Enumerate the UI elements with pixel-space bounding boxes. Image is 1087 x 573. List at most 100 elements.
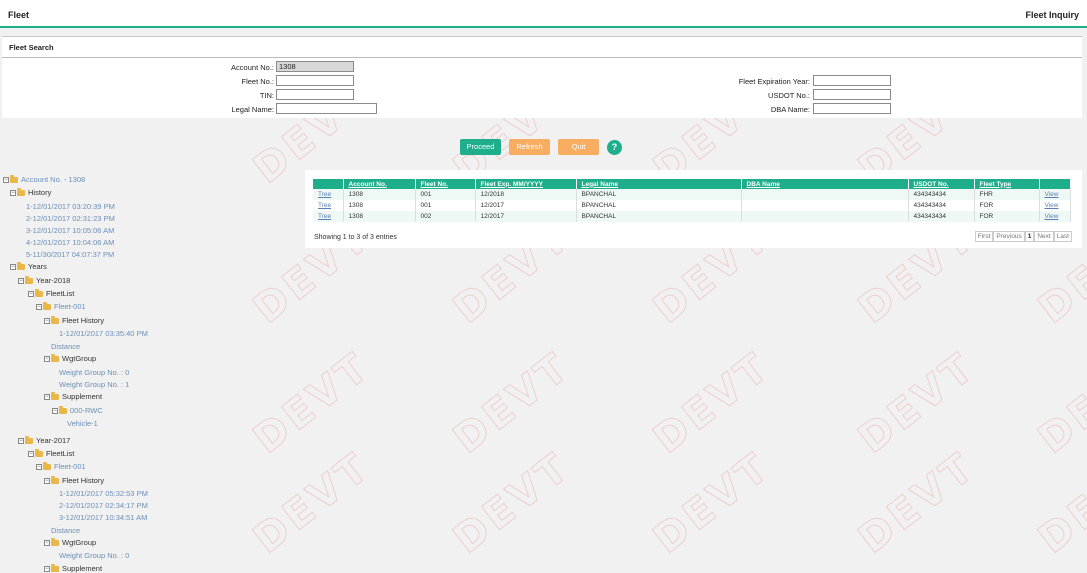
collapse-icon[interactable]: − <box>44 317 50 324</box>
col-header-account-no[interactable]: Account No. <box>343 179 416 189</box>
tree-link[interactable]: Tree <box>313 189 344 200</box>
col-header-usdot[interactable]: USDOT No. <box>908 179 975 189</box>
pager-page[interactable]: 1 <box>1024 231 1035 242</box>
view-link[interactable]: View <box>1039 200 1071 211</box>
tree-node-label: Fleet History <box>62 476 105 485</box>
collapse-icon[interactable]: − <box>44 355 50 362</box>
col-header-fleet-no[interactable]: Fleet No. <box>415 179 476 189</box>
fleet-exp-field[interactable] <box>813 75 891 86</box>
pager-first[interactable]: First <box>974 231 994 242</box>
quit-button[interactable]: Quit <box>558 139 599 155</box>
tin-field[interactable] <box>276 89 354 100</box>
tree-node-weight-group[interactable]: Weight Group No. : 0 <box>59 368 129 377</box>
tree-node-account[interactable]: − Account No. - 1308 <box>3 174 85 184</box>
folder-icon <box>25 275 33 284</box>
tree-node-label: Weight Group No. : 0 <box>59 551 130 560</box>
collapse-icon[interactable]: − <box>28 450 34 457</box>
collapse-icon[interactable]: − <box>3 176 9 183</box>
proceed-button[interactable]: Proceed <box>460 139 501 155</box>
tree-node-fleet-history-entry[interactable]: 3-12/01/2017 10:34:51 AM <box>59 513 147 522</box>
tree-node-supplement[interactable]: − Supplement <box>44 563 103 573</box>
tree-node-history-entry[interactable]: 3-12/01/2017 10:05:06 AM <box>26 226 114 235</box>
view-link[interactable]: View <box>1039 211 1071 222</box>
collapse-icon[interactable]: − <box>52 407 58 414</box>
folder-icon <box>35 288 43 297</box>
tree-node-fleetlist[interactable]: − FleetList <box>28 288 74 298</box>
tree-node-label: 000-RWC <box>70 406 103 415</box>
tree-node-fleet-history-entry[interactable]: 2-12/01/2017 02:34:17 PM <box>59 501 148 510</box>
fleet-no-field[interactable] <box>276 75 354 86</box>
usdot-field[interactable] <box>813 89 891 100</box>
devt-watermark: DEVT <box>1030 343 1087 463</box>
header-bar: Fleet Fleet Inquiry <box>0 0 1087 28</box>
collapse-icon[interactable]: − <box>44 539 50 546</box>
tree-node-fleet-history-entry[interactable]: 1-12/01/2017 05:32:53 PM <box>59 489 148 498</box>
usdot-label: USDOT No.: <box>768 91 810 100</box>
col-header[interactable] <box>313 179 344 189</box>
collapse-icon[interactable]: − <box>18 437 24 444</box>
tree-node-supplement-item[interactable]: − 000-RWC <box>52 405 103 415</box>
fleet-exp-cell: 12/2017 <box>475 200 577 211</box>
pager-previous[interactable]: Previous <box>993 231 1025 242</box>
tree-node-history[interactable]: − History <box>10 187 52 197</box>
tree-node-fleet-history[interactable]: − Fleet History <box>44 475 105 485</box>
collapse-icon[interactable]: − <box>36 303 42 310</box>
tree-node-weight-group[interactable]: Weight Group No. : 0 <box>59 551 129 560</box>
col-header-fleet-exp[interactable]: Fleet Exp. MM/YYYY <box>475 179 577 189</box>
fleet-type-cell: FHR <box>974 189 1040 200</box>
tree-node-history-entry[interactable]: 5-11/30/2017 04:07:37 PM <box>26 250 114 259</box>
tree-link[interactable]: Tree <box>313 200 344 211</box>
refresh-button[interactable]: Refresh <box>509 139 550 155</box>
folder-icon <box>43 461 51 470</box>
collapse-icon[interactable]: − <box>44 393 50 400</box>
collapse-icon[interactable]: − <box>44 477 50 484</box>
tree-node-fleetlist[interactable]: − FleetList <box>28 448 74 458</box>
tree-node-label: History <box>28 188 52 197</box>
fleet-no-cell: 002 <box>415 211 476 222</box>
view-link[interactable]: View <box>1039 189 1071 200</box>
fleet-no-cell: 001 <box>415 200 476 211</box>
tree-node-years[interactable]: − Years <box>10 261 47 271</box>
tree-node-vehicle[interactable]: Vehicle-1 <box>67 419 98 428</box>
page-name: Fleet Inquiry <box>1025 10 1079 20</box>
tree-node-history-entry[interactable]: 2-12/01/2017 02:31:23 PM <box>26 214 115 223</box>
pager-last[interactable]: Last <box>1053 231 1072 242</box>
collapse-icon[interactable]: − <box>44 565 50 572</box>
tree-node-distance[interactable]: Distance <box>51 342 80 351</box>
usdot-cell: 434343434 <box>908 189 975 200</box>
tree-node-year-2018[interactable]: − Year-2018 <box>18 275 71 285</box>
col-header-fleet-type[interactable]: Fleet Type <box>974 179 1040 189</box>
collapse-icon[interactable]: − <box>10 189 16 196</box>
tree-node-label: Supplement <box>62 392 103 401</box>
collapse-icon[interactable]: − <box>18 277 24 284</box>
tree-node-history-entry[interactable]: 4-12/01/2017 10:04:06 AM <box>26 238 114 247</box>
tree-node-distance[interactable]: Distance <box>51 526 80 535</box>
tree-node-fleet[interactable]: − Fleet-001 <box>36 301 86 311</box>
collapse-icon[interactable]: − <box>36 463 42 470</box>
account-no-field[interactable]: 1308 <box>276 61 354 72</box>
col-header-dba-name[interactable]: DBA Name <box>741 179 909 189</box>
collapse-icon[interactable]: − <box>10 263 16 270</box>
tree-node-label: Supplement <box>62 564 103 573</box>
tree-node-fleet-history[interactable]: − Fleet History <box>44 315 104 325</box>
col-header-legal-name[interactable]: Legal Name <box>576 179 742 189</box>
pager-next[interactable]: Next <box>1034 231 1054 242</box>
tree-node-wgtgroup[interactable]: − WgtGroup <box>44 537 96 547</box>
tree-node-label: Weight Group No. : 1 <box>59 380 130 389</box>
tree-node-label: 3-12/01/2017 10:05:06 AM <box>26 226 115 235</box>
tree-node-fleet-history-entry[interactable]: 1-12/01/2017 03:35:40 PM <box>59 329 148 338</box>
devt-watermark: DEVT <box>850 343 986 463</box>
tree-node-history-entry[interactable]: 1-12/01/2017 03:20:39 PM <box>26 202 115 211</box>
legal-name-field[interactable] <box>276 103 377 114</box>
dba-field[interactable] <box>813 103 891 114</box>
folder-icon <box>51 315 59 324</box>
tree-node-fleet[interactable]: − Fleet-001 <box>36 461 86 471</box>
tree-node-label: Year-2018 <box>36 276 71 285</box>
help-icon[interactable]: ? <box>607 140 622 155</box>
collapse-icon[interactable]: − <box>28 290 34 297</box>
tree-node-weight-group[interactable]: Weight Group No. : 1 <box>59 380 129 389</box>
tree-link[interactable]: Tree <box>313 211 344 222</box>
tree-node-year-2017[interactable]: − Year-2017 <box>18 435 70 445</box>
tree-node-supplement[interactable]: − Supplement <box>44 391 103 401</box>
tree-node-wgtgroup[interactable]: − WgtGroup <box>44 353 96 363</box>
